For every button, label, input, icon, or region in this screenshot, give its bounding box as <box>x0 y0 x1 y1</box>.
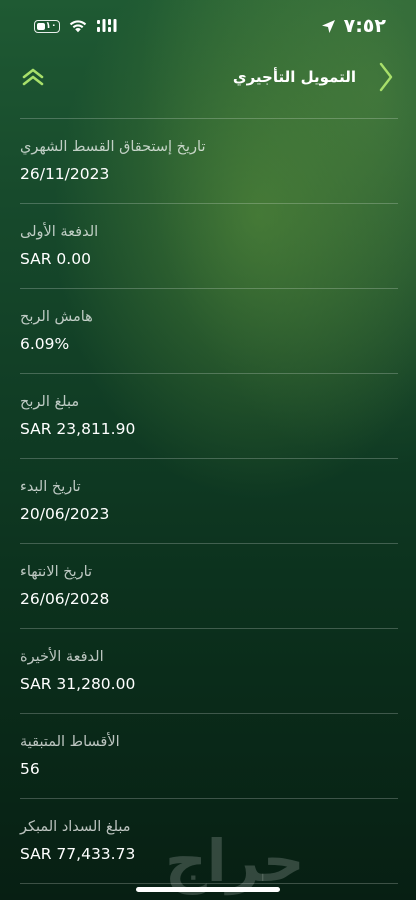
status-indicators: ١٠ <box>34 18 118 34</box>
field-label: مبلغ الربح <box>20 393 80 410</box>
field-remaining-installments: الأقساط المتبقية 56 <box>20 714 398 799</box>
field-start-date: تاريخ البدء 20/06/2023 <box>20 459 398 544</box>
battery-icon: ١٠ <box>34 19 60 33</box>
field-profit-amount: مبلغ الربح SAR 23,811.90 <box>20 374 398 459</box>
page-title: التمويل التأجيري <box>232 68 356 86</box>
lease-details-list: تاريخ إستحقاق القسط الشهري 26/11/2023 ال… <box>20 118 398 884</box>
navigation-bar: التمويل التأجيري <box>0 56 416 98</box>
header-title-group: التمويل التأجيري <box>233 62 394 92</box>
field-value: 26/11/2023 <box>20 165 110 183</box>
back-chevron-icon[interactable] <box>378 62 394 92</box>
field-label: الأقساط المتبقية <box>20 733 120 750</box>
status-time: ٧:٥٢ <box>343 15 386 37</box>
field-value: 20/06/2023 <box>20 505 110 523</box>
field-monthly-due-date: تاريخ إستحقاق القسط الشهري 26/11/2023 <box>20 119 398 204</box>
field-label: مبلغ السداد المبكر <box>20 818 131 835</box>
field-value: 6.09% <box>20 335 70 353</box>
field-label: الدفعة الأخيرة <box>20 648 104 665</box>
location-arrow-icon <box>321 19 335 33</box>
home-indicator[interactable] <box>136 887 280 892</box>
field-down-payment: الدفعة الأولى SAR 0.00 <box>20 204 398 289</box>
status-bar: ١٠ ٧:٥٢ <box>0 0 416 52</box>
field-value: 56 <box>20 760 40 778</box>
field-profit-margin: هامش الربح 6.09% <box>20 289 398 374</box>
status-time-group: ٧:٥٢ <box>321 15 386 37</box>
cellular-signal-icon <box>97 19 117 32</box>
watermark-logo: حراج <box>165 827 307 895</box>
field-label: تاريخ الانتهاء <box>20 563 93 580</box>
battery-level: ١٠ <box>45 20 57 31</box>
field-label: هامش الربح <box>20 308 93 325</box>
field-value: SAR 23,811.90 <box>20 420 136 438</box>
double-chevron-up-icon[interactable] <box>20 66 46 88</box>
field-value: SAR 0.00 <box>20 250 91 268</box>
wifi-icon <box>69 20 87 33</box>
field-label: تاريخ إستحقاق القسط الشهري <box>20 138 206 155</box>
field-label: الدفعة الأولى <box>20 223 99 240</box>
field-end-date: تاريخ الانتهاء 26/06/2028 <box>20 544 398 629</box>
field-final-payment: الدفعة الأخيرة SAR 31,280.00 <box>20 629 398 714</box>
field-value: 26/06/2028 <box>20 590 110 608</box>
field-label: تاريخ البدء <box>20 478 81 495</box>
field-value: SAR 77,433.73 <box>20 845 136 863</box>
field-value: SAR 31,280.00 <box>20 675 136 693</box>
